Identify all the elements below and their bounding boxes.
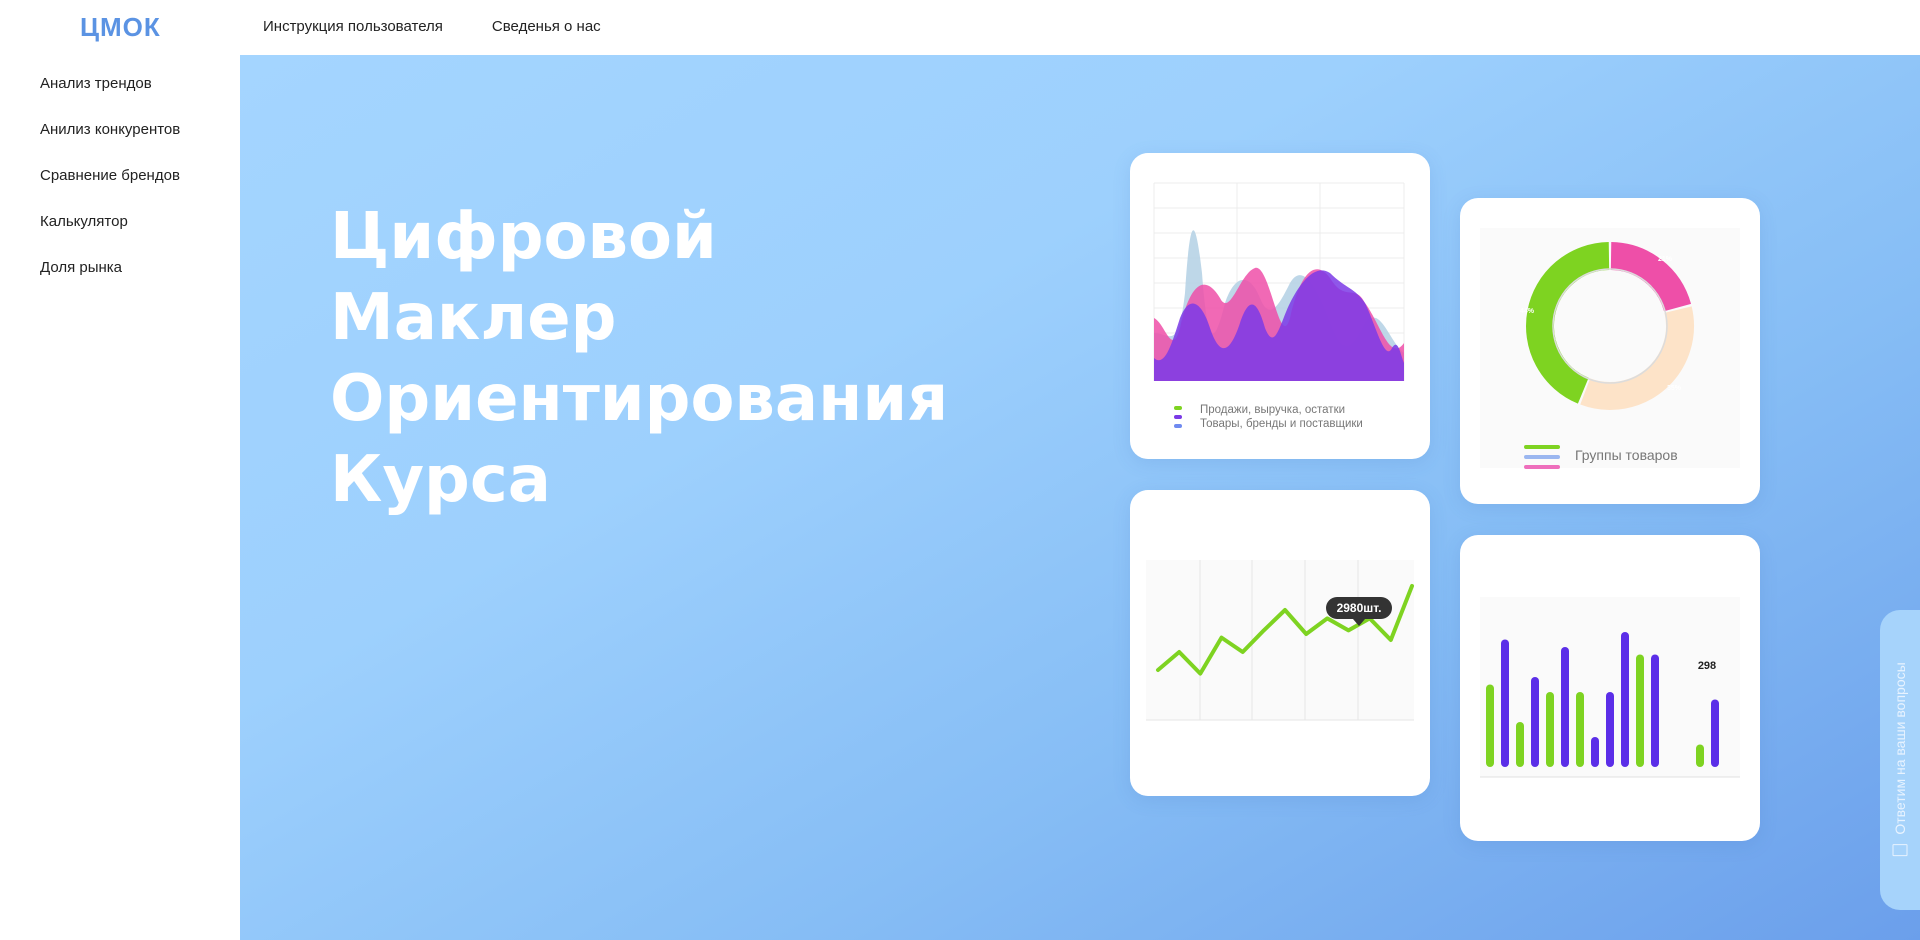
area-legend-item: Продажи, выручка, остатки: [1200, 404, 1345, 416]
bar: [1711, 699, 1719, 767]
bar: [1696, 744, 1704, 767]
bar: [1621, 632, 1629, 767]
sidebar-item-competitor-analysis[interactable]: Анилиз конкурентов: [40, 121, 180, 138]
feedback-tab[interactable]: Ответим на ваши вопросы: [1880, 610, 1920, 910]
sidebar-item-market-share[interactable]: Доля рынка: [40, 259, 122, 276]
hero-banner: Цифровой Маклер Ориентирования Курса Про…: [240, 55, 1920, 940]
line-tooltip-text: 2980шт.: [1337, 601, 1382, 615]
legend-swatch-green: [1174, 406, 1182, 410]
bar: [1591, 737, 1599, 767]
donut-chart: 44% 21% 35% Группы товаров: [1480, 228, 1740, 469]
nav-user-guide[interactable]: Инструкция пользователя: [263, 18, 443, 35]
bar: [1486, 684, 1494, 767]
nav-about-us[interactable]: Сведенья о нас: [492, 18, 601, 35]
bar: [1531, 677, 1539, 767]
donut-slice-label: 44%: [1520, 308, 1535, 315]
bar: [1561, 647, 1569, 767]
line-chart: 2980шт.: [1146, 560, 1414, 721]
donut-slice-label: 21%: [1658, 256, 1673, 263]
bar: [1501, 639, 1509, 767]
donut-legend-label: Группы товаров: [1575, 447, 1678, 463]
bar: [1651, 654, 1659, 767]
logo[interactable]: ЦМОК: [80, 12, 161, 43]
donut-chart-bg: [1480, 228, 1740, 468]
donut-legend-swatch: [1524, 455, 1560, 459]
line-chart-card: 2980шт.: [1130, 490, 1430, 796]
donut-chart-card: 44% 21% 35% Группы товаров: [1460, 198, 1760, 504]
line-chart-bg: [1146, 560, 1414, 720]
mail-icon: [1892, 844, 1908, 857]
feedback-label: Ответим на ваши вопросы: [1892, 662, 1908, 835]
sidebar: Анализ трендов Анилиз конкурентов Сравне…: [0, 55, 240, 940]
hero-title-line: Цифровой: [330, 200, 717, 274]
hero-title-line: Маклер: [330, 281, 617, 355]
hero-title-line: Ориентирования: [330, 362, 949, 436]
bar: [1516, 722, 1524, 767]
legend-swatch-blue: [1174, 424, 1182, 428]
donut-legend-swatch: [1524, 445, 1560, 449]
top-nav: Инструкция пользователя Сведенья о нас: [263, 18, 601, 35]
feedback-tab-label-wrap: Ответим на ваши вопросы: [1892, 662, 1908, 857]
bar-chart-card: 298: [1460, 535, 1760, 841]
sidebar-item-brand-comparison[interactable]: Сравнение брендов: [40, 167, 180, 184]
bar-chart: 298: [1480, 597, 1740, 778]
bar-annotation: 298: [1698, 660, 1716, 672]
bar: [1636, 654, 1644, 767]
sidebar-item-calculator[interactable]: Калькулятор: [40, 213, 128, 230]
area-chart: Продажи, выручка, остатки Товары, бренды…: [1153, 182, 1405, 430]
hero-title-line: Курса: [330, 443, 551, 517]
sidebar-item-trend-analysis[interactable]: Анализ трендов: [40, 75, 152, 92]
bar: [1576, 692, 1584, 767]
legend-swatch-purple: [1174, 415, 1182, 419]
bar: [1546, 692, 1554, 767]
hero-title: Цифровой Маклер Ориентирования Курса: [330, 197, 948, 521]
donut-slice-label: 35%: [1667, 385, 1682, 392]
donut-legend-swatch: [1524, 465, 1560, 469]
bar: [1606, 692, 1614, 767]
top-header: ЦМОК Инструкция пользователя Сведенья о …: [0, 0, 1920, 55]
area-chart-card: Продажи, выручка, остатки Товары, бренды…: [1130, 153, 1430, 459]
area-legend-item: Товары, бренды и поставщики: [1200, 418, 1363, 430]
